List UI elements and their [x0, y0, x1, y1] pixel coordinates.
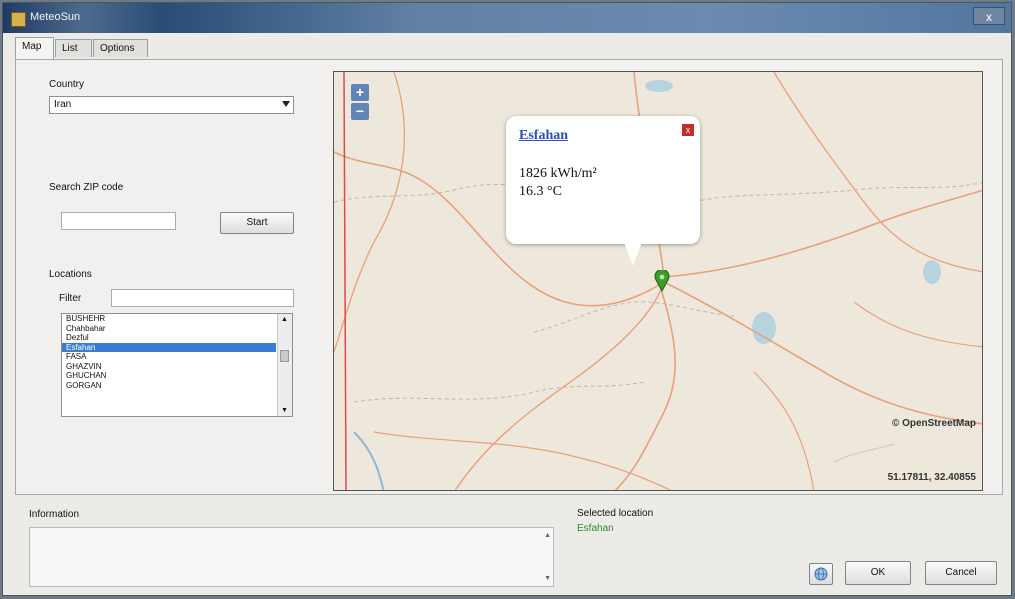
zoom-out-button[interactable]: − — [351, 103, 369, 120]
map-attribution: © OpenStreetMap — [891, 418, 976, 429]
list-item[interactable]: GORGAN — [62, 381, 276, 391]
popup-title-link[interactable]: Esfahan — [519, 128, 568, 144]
scroll-up-icon[interactable]: ▲ — [281, 316, 288, 323]
scroll-down-icon[interactable]: ▼ — [281, 407, 288, 414]
globe-icon — [814, 567, 828, 581]
title-bar[interactable]: MeteoSun x — [3, 3, 1011, 33]
list-item-selected[interactable]: Esfahan — [62, 342, 276, 352]
zip-input[interactable] — [61, 212, 176, 230]
map-view[interactable]: + − Esfahan x 1826 kWh/m² 16.3 °C © Open… — [333, 71, 983, 491]
selected-location-label: Selected location — [577, 508, 654, 519]
scroll-down-icon[interactable]: ▼ — [544, 575, 551, 582]
country-value: Iran — [54, 99, 72, 110]
locations-label: Locations — [49, 269, 92, 280]
map-coordinates: 51.17811, 32.40855 — [887, 472, 976, 483]
list-scrollbar[interactable]: ▲ ▼ — [277, 314, 292, 416]
globe-button[interactable] — [809, 563, 833, 585]
window-title: MeteoSun — [30, 11, 81, 23]
popup-temperature: 16.3 °C — [519, 184, 562, 199]
close-window-button[interactable]: x — [973, 7, 1005, 25]
locations-list[interactable]: BUSHEHR Chahbahar Dezful Esfahan FASA GH… — [61, 313, 293, 417]
list-item[interactable]: GHUCHAN — [62, 371, 276, 381]
filter-label: Filter — [59, 293, 82, 304]
information-textarea[interactable]: ▲ ▼ — [29, 527, 554, 587]
location-popup: Esfahan x 1826 kWh/m² 16.3 °C — [506, 116, 700, 244]
start-button[interactable]: Start — [220, 212, 294, 234]
scroll-thumb[interactable] — [280, 350, 289, 362]
popup-pointer — [624, 242, 642, 266]
filter-input[interactable] — [111, 289, 294, 307]
app-icon — [11, 12, 26, 27]
zip-label: Search ZIP code — [49, 182, 124, 193]
ok-button[interactable]: OK — [845, 561, 911, 585]
app-window: MeteoSun x Map List Options Country Iran… — [2, 2, 1012, 596]
country-select[interactable]: Iran — [49, 96, 294, 114]
chevron-down-icon[interactable] — [282, 101, 290, 107]
information-label: Information — [29, 509, 80, 520]
popup-irradiation: 1826 kWh/m² — [519, 166, 597, 181]
tab-options[interactable]: Options — [93, 39, 148, 57]
list-item[interactable]: BUSHEHR — [62, 314, 276, 324]
scroll-up-icon[interactable]: ▲ — [544, 532, 551, 539]
location-marker-icon[interactable] — [653, 270, 671, 292]
tab-map[interactable]: Map — [15, 37, 54, 59]
list-item[interactable]: Dezful — [62, 333, 276, 343]
popup-close-button[interactable]: x — [682, 124, 694, 136]
selected-location-value: Esfahan — [577, 523, 614, 534]
zoom-in-button[interactable]: + — [351, 84, 369, 101]
tab-list[interactable]: List — [55, 39, 92, 57]
country-label: Country — [49, 79, 85, 90]
list-item[interactable]: GHAZVIN — [62, 362, 276, 372]
list-item[interactable]: Chahbahar — [62, 324, 276, 334]
cancel-button[interactable]: Cancel — [925, 561, 997, 585]
list-item[interactable]: FASA — [62, 352, 276, 362]
